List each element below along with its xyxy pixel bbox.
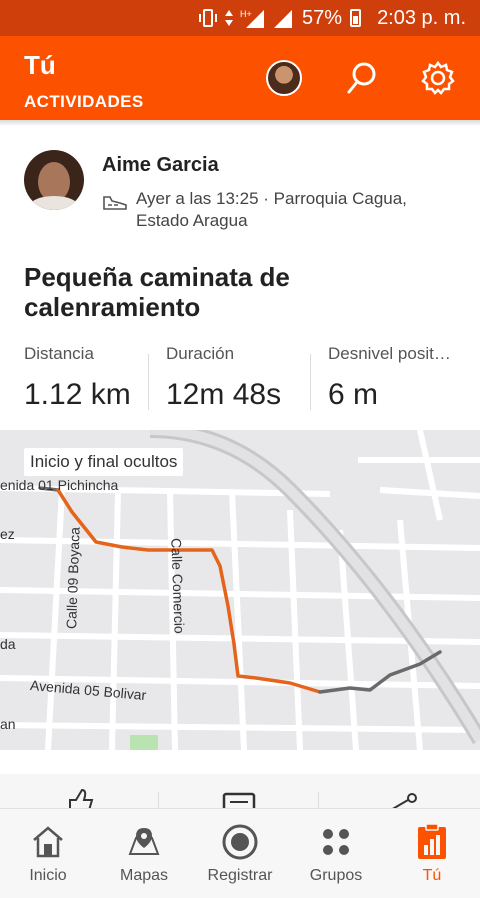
search-icon — [347, 62, 376, 94]
nav-label: Mapas — [119, 867, 169, 884]
map-pin-icon — [128, 828, 160, 855]
activity-meta: Ayer a las 13:25 · Parroquia Cagua, Esta… — [136, 189, 407, 230]
stat-distance: Distancia 1.12 km — [24, 344, 131, 414]
battery-percent: 57% — [302, 6, 343, 29]
gear-icon — [421, 60, 455, 95]
stat-duration: Duración 12m 48s — [166, 344, 281, 414]
stat-label: Desnivel posit… — [328, 344, 451, 363]
stat-divider — [310, 354, 311, 410]
nav-item-registrar[interactable]: Registrar — [192, 809, 288, 898]
clock: 2:03 p. m. — [377, 6, 466, 29]
page-subtitle[interactable]: ACTIVIDADES — [24, 92, 144, 112]
battery-icon — [350, 9, 362, 27]
groups-icon — [323, 829, 349, 855]
bottom-nav: Inicio Mapas Registrar Grupos Tú — [0, 808, 480, 898]
nav-label: Grupos — [309, 867, 363, 884]
nav-item-mapas[interactable]: Mapas — [96, 809, 192, 898]
signal-icon: H+ — [240, 9, 265, 28]
nav-label: Tú — [422, 867, 442, 884]
signal-icon-2 — [274, 10, 293, 28]
athlete-avatar[interactable] — [24, 150, 84, 210]
vibrate-icon — [199, 9, 218, 27]
stat-divider — [148, 354, 149, 410]
activity-title[interactable]: Pequeña caminata de calenramiento — [24, 262, 444, 322]
svg-text:H+: H+ — [240, 9, 252, 19]
home-icon — [33, 826, 63, 858]
header-shadow — [0, 120, 480, 126]
activity-stats: Distancia 1.12 km Duración 12m 48s Desni… — [24, 344, 480, 414]
activity-map[interactable]: Inicio y final ocultos enida 01 Pichinch… — [0, 430, 480, 750]
app-header: Tú ACTIVIDADES — [0, 36, 480, 120]
record-icon — [222, 824, 258, 860]
stat-label: Distancia — [24, 344, 94, 363]
settings-button[interactable] — [418, 58, 458, 98]
status-icons: H+ — [198, 8, 294, 28]
stat-value: 12m 48s — [166, 378, 282, 411]
nav-item-grupos[interactable]: Grupos — [288, 809, 384, 898]
profile-stats-icon — [418, 823, 446, 859]
profile-avatar[interactable] — [266, 60, 302, 96]
search-button[interactable] — [342, 58, 382, 98]
status-bar: H+ 57% 2:03 p. m. — [0, 0, 480, 36]
stat-label: Duración — [166, 344, 235, 363]
page-title: Tú — [24, 50, 56, 80]
avatar-shirt — [30, 196, 78, 210]
nav-label: Registrar — [207, 867, 273, 884]
street-label: ez — [0, 526, 15, 542]
street-label: da — [0, 636, 16, 652]
shoe-icon — [103, 196, 127, 210]
data-arrows-icon — [225, 10, 234, 26]
privacy-chip: Inicio y final ocultos — [24, 448, 184, 476]
street-label: enida 01 Pichincha — [0, 477, 119, 493]
athlete-name[interactable]: Aime Garcia — [102, 154, 219, 177]
nav-item-tu[interactable]: Tú — [384, 809, 480, 898]
stat-value: 1.12 km — [24, 378, 131, 411]
stat-value: 6 m — [328, 378, 379, 411]
nav-item-inicio[interactable]: Inicio — [0, 809, 96, 898]
park-area — [130, 735, 158, 750]
stat-elevation: Desnivel posit… 6 m — [328, 344, 451, 414]
nav-label: Inicio — [29, 867, 67, 884]
street-label: an — [0, 716, 16, 732]
